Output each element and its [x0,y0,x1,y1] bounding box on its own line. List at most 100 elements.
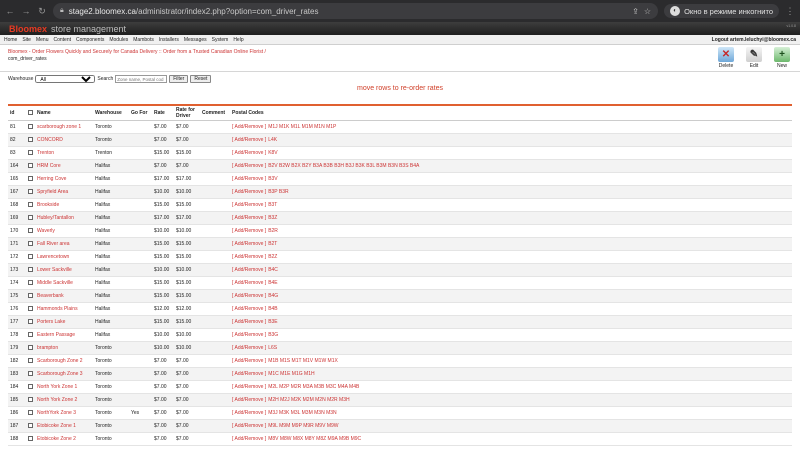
row-checkbox[interactable] [28,292,33,298]
row-checkbox[interactable] [28,214,33,220]
add-remove-link[interactable]: [ Add/Remove ] [232,423,266,429]
row-name-link[interactable]: Etobicoke Zone 1 [35,419,93,433]
delete-button[interactable]: ✕ Delete [714,47,738,71]
row-checkbox[interactable] [28,396,33,402]
row-name-link[interactable]: Eastern Passage [35,328,93,342]
row-name-link[interactable]: brampton [35,341,93,355]
add-remove-link[interactable]: [ Add/Remove ] [232,332,266,338]
filter-button[interactable]: Filter [169,75,189,83]
table-row[interactable]: 182 Scarborough Zone 2 Toronto $7.00 $7.00 [ … [8,354,792,368]
table-row[interactable]: 179 brampton Toronto $10.00 $10.00 [ Add/Remo… [8,341,792,355]
add-remove-link[interactable]: [ Add/Remove ] [232,371,266,377]
add-remove-link[interactable]: [ Add/Remove ] [232,319,266,325]
warehouse-select[interactable]: All [35,75,96,83]
table-row[interactable]: 170 Waverly Halifax $10.00 $10.00 [ Add/Remov… [8,224,792,238]
table-row[interactable]: 188 Etobicoke Zone 2 Toronto $7.00 $7.00 [ Ad… [8,432,792,446]
row-name-link[interactable]: Herring Cove [35,172,93,186]
add-remove-link[interactable]: [ Add/Remove ] [232,124,266,130]
logout-link[interactable]: Logout artem.leluchyi@bloomex.ca [712,37,796,43]
forward-arrow-icon[interactable]: → [21,6,31,16]
row-checkbox[interactable] [28,253,33,259]
row-name-link[interactable]: Scarborough Zone 3 [35,367,93,381]
row-checkbox[interactable] [28,305,33,311]
browser-menu-icon[interactable]: ⋮ [785,6,795,16]
add-remove-link[interactable]: [ Add/Remove ] [232,280,266,286]
menu-item-installers[interactable]: Installers [159,37,179,43]
table-row[interactable]: 178 Eastern Passage Halifax $10.00 $10.00 [ A… [8,328,792,342]
add-remove-link[interactable]: [ Add/Remove ] [232,150,266,156]
address-bar[interactable]: 🔒︎ stage2.bloomex.ca/administrator/index… [53,3,659,19]
table-row[interactable]: 169 Hubley/Tantallon Halifax $17.00 $17.00 [ … [8,211,792,225]
menu-item-mambots[interactable]: Mambots [133,37,154,43]
add-remove-link[interactable]: [ Add/Remove ] [232,254,266,260]
row-name-link[interactable]: Middle Sackville [35,276,93,290]
reset-button[interactable]: Reset [190,75,212,83]
row-name-link[interactable]: CONCORD [35,133,93,147]
menu-item-components[interactable]: Components [76,37,104,43]
menu-item-modules[interactable]: Modules [109,37,128,43]
row-name-link[interactable]: Brookside [35,198,93,212]
row-checkbox[interactable] [28,123,33,129]
reload-icon[interactable]: ↻ [37,6,47,16]
incognito-indicator[interactable]: ◐ Окно в режиме инкогнито [664,4,779,18]
table-row[interactable]: 83 Trenton Trenton $15.00 $15.00 [ Add/Remove… [8,146,792,160]
table-row[interactable]: 167 Spryfield Area Halifax $10.00 $10.00 [ Ad… [8,185,792,199]
row-name-link[interactable]: Lawrencetown [35,250,93,264]
menu-item-content[interactable]: Content [53,37,71,43]
table-row[interactable]: 82 CONCORD Toronto $7.00 $7.00 [ Add/Remove ]… [8,133,792,147]
row-checkbox[interactable] [28,162,33,168]
back-arrow-icon[interactable]: ← [5,6,15,16]
row-name-link[interactable]: Fall River area [35,237,93,251]
row-checkbox[interactable] [28,188,33,194]
add-remove-link[interactable]: [ Add/Remove ] [232,306,266,312]
row-name-link[interactable]: scarborough zone 1 [35,120,93,134]
table-row[interactable]: 173 Lower Sackville Halifax $10.00 $10.00 [ A… [8,263,792,277]
row-checkbox[interactable] [28,227,33,233]
add-remove-link[interactable]: [ Add/Remove ] [232,410,266,416]
row-name-link[interactable]: Trenton [35,146,93,160]
row-checkbox[interactable] [28,409,33,415]
row-checkbox[interactable] [28,370,33,376]
add-remove-link[interactable]: [ Add/Remove ] [232,163,266,169]
row-checkbox[interactable] [28,149,33,155]
menu-item-home[interactable]: Home [4,37,17,43]
add-remove-link[interactable]: [ Add/Remove ] [232,293,266,299]
menu-item-help[interactable]: Help [233,37,243,43]
row-name-link[interactable]: Waverly [35,224,93,238]
add-remove-link[interactable]: [ Add/Remove ] [232,397,266,403]
table-row[interactable]: 186 NorthYork Zone 3 Toronto Yes $7.00 $7.00[… [8,406,792,420]
row-checkbox[interactable] [28,357,33,363]
add-remove-link[interactable]: [ Add/Remove ] [232,137,266,143]
row-checkbox[interactable] [28,266,33,272]
share-icon[interactable]: ⇪ [632,7,639,16]
row-checkbox[interactable] [28,422,33,428]
breadcrumb-site-link[interactable]: Bloomex - Order Flowers Quickly and Secu… [8,49,714,56]
row-name-link[interactable]: Hammonds Plains [35,302,93,316]
new-button[interactable]: + New [770,47,794,71]
table-row[interactable]: 177 Porters Lake Halifax $15.00 $15.00 [ Add/… [8,315,792,329]
add-remove-link[interactable]: [ Add/Remove ] [232,384,266,390]
row-name-link[interactable]: Beaverbank [35,289,93,303]
row-name-link[interactable]: Scarborough Zone 2 [35,354,93,368]
table-row[interactable]: 175 Beaverbank Halifax $15.00 $15.00 [ Add/Re… [8,289,792,303]
row-name-link[interactable]: HRM Core [35,159,93,173]
row-name-link[interactable]: Lower Sackville [35,263,93,277]
row-name-link[interactable]: NorthYork Zone 3 [35,406,93,420]
row-name-link[interactable]: Hubley/Tantallon [35,211,93,225]
table-row[interactable]: 174 Middle Sackville Halifax $15.00 $15.00 [ … [8,276,792,290]
row-checkbox[interactable] [28,136,33,142]
add-remove-link[interactable]: [ Add/Remove ] [232,241,266,247]
table-row[interactable]: 171 Fall River area Halifax $15.00 $15.00 [ A… [8,237,792,251]
table-row[interactable]: 164 HRM Core Halifax $7.00 $7.00 [ Add/Remove… [8,159,792,173]
edit-button[interactable]: ✎ Edit [742,47,766,71]
row-name-link[interactable]: Spryfield Area [35,185,93,199]
row-checkbox[interactable] [28,175,33,181]
table-row[interactable]: 176 Hammonds Plains Halifax $12.00 $12.00 [ A… [8,302,792,316]
row-checkbox[interactable] [28,240,33,246]
select-all-checkbox[interactable] [28,109,33,115]
add-remove-link[interactable]: [ Add/Remove ] [232,189,266,195]
add-remove-link[interactable]: [ Add/Remove ] [232,202,266,208]
table-row[interactable]: 185 North York Zone 2 Toronto $7.00 $7.00 [ A… [8,393,792,407]
add-remove-link[interactable]: [ Add/Remove ] [232,215,266,221]
row-checkbox[interactable] [28,344,33,350]
